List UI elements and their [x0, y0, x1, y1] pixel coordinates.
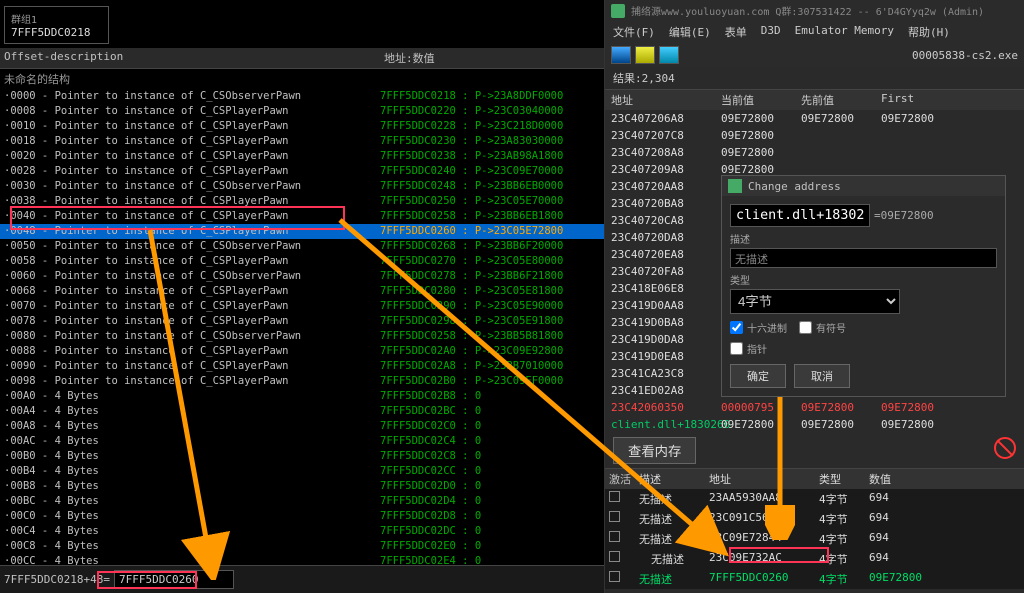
struct-row[interactable]: ·0088 - Pointer to instance of C_CSPlaye…: [0, 344, 604, 359]
address-list-row[interactable]: 无描述7FFF5DDC02604字节09E72800: [605, 569, 1024, 589]
struct-row[interactable]: ·0080 - Pointer to instance of C_CSObser…: [0, 329, 604, 344]
struct-row[interactable]: ·0048 - Pointer to instance of C_CSPlaye…: [0, 224, 604, 239]
struct-name: 未命名的结构: [0, 69, 604, 89]
struct-row[interactable]: ·00B8 - 4 Bytes7FFF5DDC02D0 : 0: [0, 479, 604, 494]
menu-item[interactable]: D3D: [761, 24, 781, 40]
scan-result-row[interactable]: 23C407207C809E72800: [605, 127, 1024, 144]
pointer-checkbox[interactable]: 指针: [730, 341, 767, 356]
view-memory-button[interactable]: 查看内存: [613, 437, 696, 464]
type-label: 类型: [730, 272, 997, 287]
hdr-active[interactable]: 激活: [605, 471, 635, 487]
desc-input[interactable]: 无描述: [730, 248, 997, 268]
struct-row[interactable]: ·0068 - Pointer to instance of C_CSPlaye…: [0, 284, 604, 299]
struct-row[interactable]: ·00B0 - 4 Bytes7FFF5DDC02C8 : 0: [0, 449, 604, 464]
title-bar: 捕络源www.youluoyuan.com Q群:307531422 -- 6'…: [605, 0, 1024, 21]
struct-row[interactable]: ·00C4 - 4 Bytes7FFF5DDC02DC : 0: [0, 524, 604, 539]
group-label: 群组1: [11, 11, 102, 26]
struct-row[interactable]: ·0058 - Pointer to instance of C_CSPlaye…: [0, 254, 604, 269]
struct-row[interactable]: ·0028 - Pointer to instance of C_CSPlaye…: [0, 164, 604, 179]
col-addr-header[interactable]: 地址:数值: [384, 50, 584, 66]
struct-row[interactable]: ·0020 - Pointer to instance of C_CSPlaye…: [0, 149, 604, 164]
signed-checkbox[interactable]: 有符号: [799, 320, 846, 335]
hdr-value[interactable]: 数值: [865, 471, 955, 487]
struct-row[interactable]: ·0090 - Pointer to instance of C_CSPlaye…: [0, 359, 604, 374]
struct-row[interactable]: ·0038 - Pointer to instance of C_CSPlaye…: [0, 194, 604, 209]
struct-row[interactable]: ·00A4 - 4 Bytes7FFF5DDC02BC : 0: [0, 404, 604, 419]
menu-item[interactable]: 帮助(H): [908, 24, 950, 40]
struct-row[interactable]: ·00A8 - 4 Bytes7FFF5DDC02C0 : 0: [0, 419, 604, 434]
address-resolved: =09E72800: [874, 209, 934, 222]
struct-row[interactable]: ·0030 - Pointer to instance of C_CSObser…: [0, 179, 604, 194]
change-address-dialog: Change address =09E72800 描述 无描述 类型 4字节 十…: [721, 175, 1006, 397]
scan-result-row[interactable]: 23C407206A809E7280009E7280009E72800: [605, 110, 1024, 127]
struct-dissect-panel: 群组1 7FFF5DDC0218 Offset-description 地址:数…: [0, 0, 605, 593]
open-process-icon[interactable]: [611, 46, 631, 64]
struct-row[interactable]: ·00B4 - 4 Bytes7FFF5DDC02CC : 0: [0, 464, 604, 479]
address-input[interactable]: [730, 204, 870, 227]
menu-bar: 文件(F) 编辑(E) 表单 D3D Emulator Memory 帮助(H): [605, 21, 1024, 43]
hdr-addr[interactable]: 地址: [605, 92, 715, 108]
expr-result-input[interactable]: [114, 570, 234, 589]
desc-label: 描述: [730, 231, 997, 246]
address-list-row[interactable]: 无描述23C091C56C84字节694: [605, 509, 1024, 529]
hdr-desc[interactable]: 描述: [635, 471, 705, 487]
type-select[interactable]: 4字节: [730, 289, 900, 314]
struct-column-headers: Offset-description 地址:数值: [0, 48, 604, 69]
struct-table[interactable]: ·0000 - Pointer to instance of C_CSObser…: [0, 89, 604, 565]
expr-prefix: 7FFF5DDC0218+48=: [4, 573, 110, 586]
struct-row[interactable]: ·0000 - Pointer to instance of C_CSObser…: [0, 89, 604, 104]
dialog-title-bar[interactable]: Change address: [722, 176, 1005, 196]
address-list-row[interactable]: 无描述23AA5930AA84字节694: [605, 489, 1024, 509]
hdr-type[interactable]: 类型: [815, 471, 865, 487]
open-file-icon[interactable]: [635, 46, 655, 64]
struct-row[interactable]: ·00C8 - 4 Bytes7FFF5DDC02E0 : 0: [0, 539, 604, 554]
struct-row[interactable]: ·0018 - Pointer to instance of C_CSPlaye…: [0, 134, 604, 149]
struct-row[interactable]: ·0078 - Pointer to instance of C_CSPlaye…: [0, 314, 604, 329]
col-offset-header[interactable]: Offset-description: [4, 50, 384, 66]
struct-row[interactable]: ·0060 - Pointer to instance of C_CSObser…: [0, 269, 604, 284]
dialog-title: Change address: [748, 180, 841, 193]
menu-item[interactable]: 表单: [725, 24, 747, 40]
ok-button[interactable]: 确定: [730, 364, 786, 388]
scan-result-row[interactable]: 23C407208A809E72800: [605, 144, 1024, 161]
struct-row[interactable]: ·0040 - Pointer to instance of C_CSPlaye…: [0, 209, 604, 224]
hdr-addr2[interactable]: 地址: [705, 471, 815, 487]
struct-row[interactable]: ·00C0 - 4 Bytes7FFF5DDC02D8 : 0: [0, 509, 604, 524]
memory-view-row: 查看内存: [605, 433, 1024, 468]
menu-item[interactable]: 编辑(E): [669, 24, 711, 40]
window-title: 捕络源www.youluoyuan.com Q群:307531422 -- 6'…: [631, 3, 984, 18]
toolbar: 00005838-cs2.exe: [605, 43, 1024, 67]
struct-row[interactable]: ·0050 - Pointer to instance of C_CSObser…: [0, 239, 604, 254]
scan-result-row[interactable]: client.dll+183026009E7280009E7280009E728…: [605, 416, 1024, 433]
struct-row[interactable]: ·0010 - Pointer to instance of C_CSPlaye…: [0, 119, 604, 134]
expression-bar: 7FFF5DDC0218+48=: [0, 565, 604, 593]
struct-row[interactable]: ·0098 - Pointer to instance of C_CSPlaye…: [0, 374, 604, 389]
hex-checkbox[interactable]: 十六进制: [730, 320, 787, 335]
menu-item[interactable]: Emulator Memory: [795, 24, 894, 40]
struct-row[interactable]: ·00AC - 4 Bytes7FFF5DDC02C4 : 0: [0, 434, 604, 449]
save-icon[interactable]: [659, 46, 679, 64]
struct-row[interactable]: ·0008 - Pointer to instance of C_CSPlaye…: [0, 104, 604, 119]
struct-row[interactable]: ·0070 - Pointer to instance of C_CSPlaye…: [0, 299, 604, 314]
process-name: 00005838-cs2.exe: [912, 49, 1018, 62]
address-list-row[interactable]: 无描述23C09E732AC4字节694: [605, 549, 1024, 569]
struct-row[interactable]: ·00BC - 4 Bytes7FFF5DDC02D4 : 0: [0, 494, 604, 509]
app-icon: [611, 4, 625, 18]
group-box: 群组1 7FFF5DDC0218: [4, 6, 109, 44]
dialog-icon: [728, 179, 742, 193]
scan-result-row[interactable]: 23C420603500000079509E7280009E72800: [605, 399, 1024, 416]
address-list-table[interactable]: 激活 描述 地址 类型 数值 无描述23AA5930AA84字节694无描述23…: [605, 468, 1024, 589]
struct-row[interactable]: ·00CC - 4 Bytes7FFF5DDC02E4 : 0: [0, 554, 604, 565]
hdr-first[interactable]: First: [875, 92, 955, 108]
group-value: 7FFF5DDC0218: [11, 26, 102, 39]
hdr-previous[interactable]: 先前值: [795, 92, 875, 108]
struct-row[interactable]: ·00A0 - 4 Bytes7FFF5DDC02B8 : 0: [0, 389, 604, 404]
result-count: 结果:2,304: [605, 67, 1024, 89]
stop-icon[interactable]: [994, 437, 1016, 459]
cancel-button[interactable]: 取消: [794, 364, 850, 388]
hdr-current[interactable]: 当前值: [715, 92, 795, 108]
address-list-row[interactable]: 无描述23C09E728444字节694: [605, 529, 1024, 549]
menu-item[interactable]: 文件(F): [613, 24, 655, 40]
